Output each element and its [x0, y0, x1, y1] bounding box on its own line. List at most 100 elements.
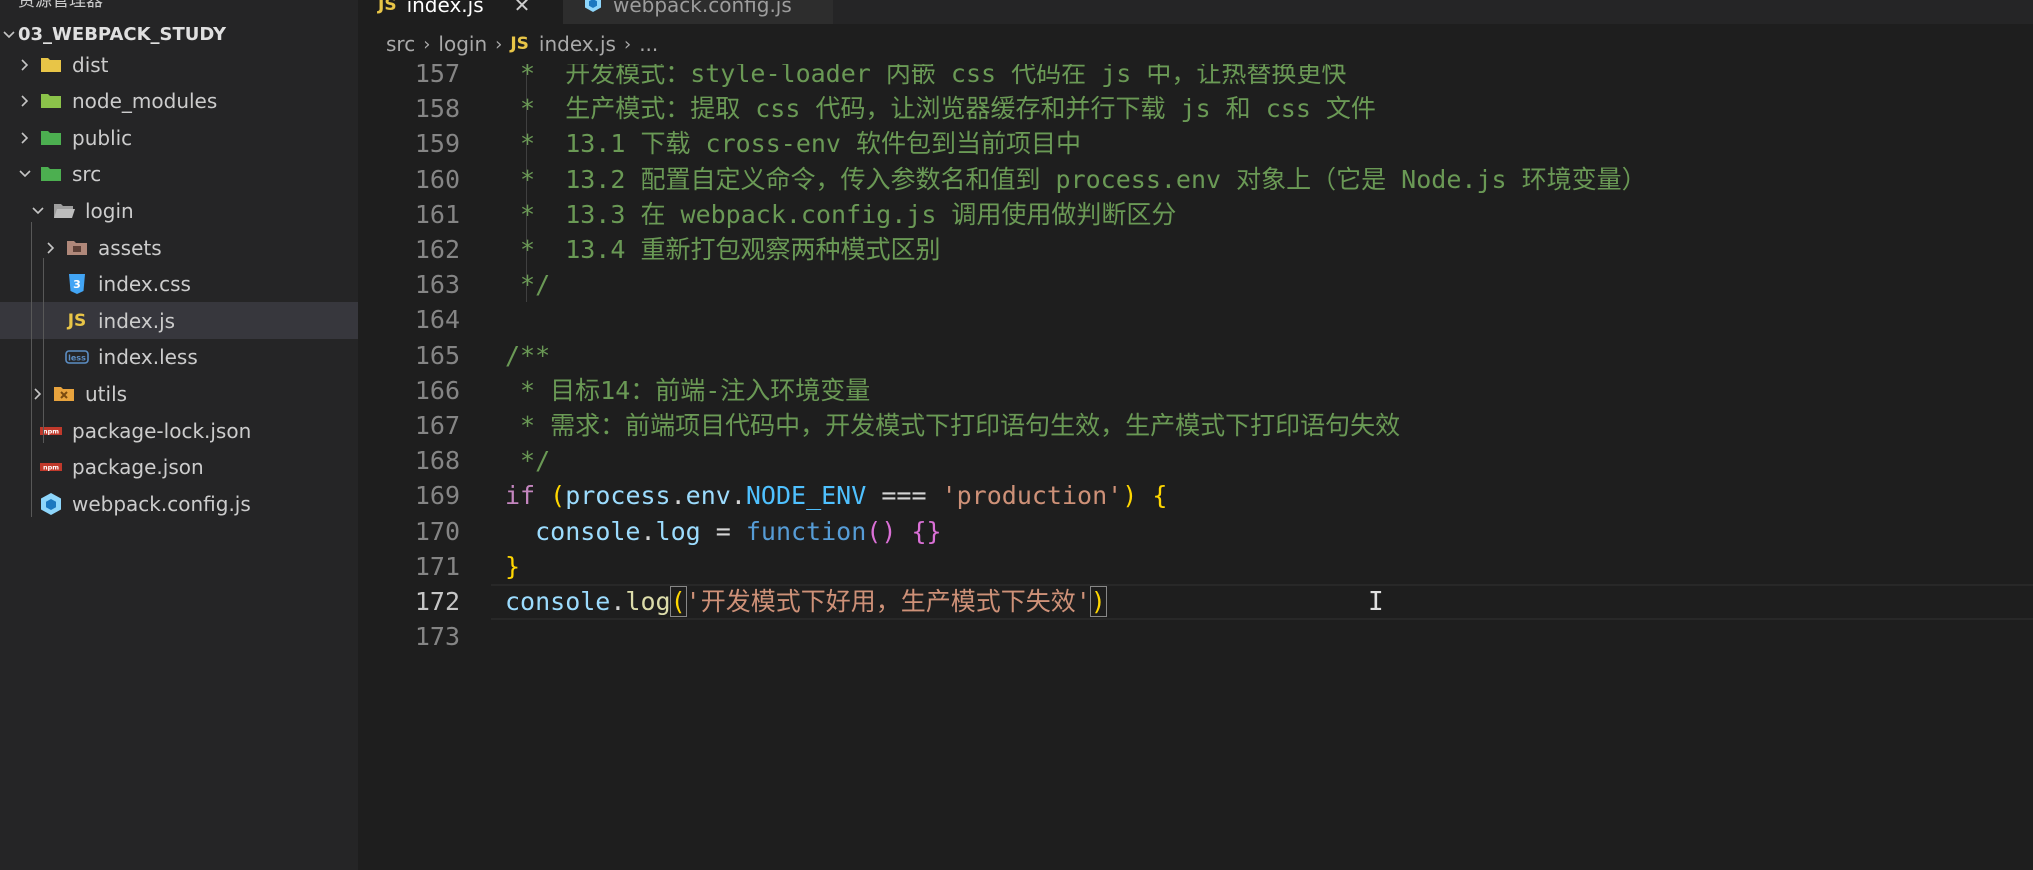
svg-text:3: 3: [73, 278, 81, 291]
tree-item-dist[interactable]: dist: [0, 46, 358, 83]
js-file-icon: JS: [510, 34, 529, 54]
breadcrumb-item-symbols[interactable]: ...: [639, 32, 658, 56]
css-file-icon: 3: [64, 271, 90, 297]
code-token: .: [670, 481, 686, 511]
tree-item-label: index.css: [98, 272, 191, 297]
line-number: 173: [414, 622, 460, 652]
tree-item-package-lock-json[interactable]: npm package-lock.json: [0, 412, 358, 449]
chevron-right-icon[interactable]: [42, 229, 60, 266]
chevron-right-icon: ›: [623, 33, 632, 55]
code-token: ): [1089, 586, 1107, 617]
tab-label: index.js: [406, 0, 484, 17]
chevron-right-icon[interactable]: [16, 119, 34, 156]
webpack-file-icon: [38, 491, 64, 517]
tree-item-node-modules[interactable]: node_modules: [0, 83, 358, 120]
breadcrumb: src › login › JS index.js › ...: [358, 24, 2033, 64]
webpack-file-icon: [583, 0, 603, 18]
tab-label: webpack.config.js: [613, 0, 792, 17]
breadcrumb-item-src[interactable]: src: [386, 32, 415, 56]
tree-item-label: index.less: [98, 345, 198, 370]
tree-item-label: package-lock.json: [72, 418, 252, 443]
tree-item-label: assets: [98, 235, 162, 260]
breadcrumb-item-login[interactable]: login: [438, 32, 487, 56]
code-token: 'production': [941, 481, 1123, 511]
tab-webpack-config-js[interactable]: webpack.config.js: [563, 0, 833, 24]
js-file-icon: JS: [378, 0, 397, 15]
svg-text:npm: npm: [43, 427, 59, 435]
tree-item-label: package.json: [72, 455, 204, 480]
code-token: * 13.1 下载 cross-env 软件包到当前项目中: [505, 129, 1082, 159]
code-token: .: [640, 516, 656, 546]
code-token: * 目标14：前端-注入环境变量: [505, 375, 871, 405]
tree-item-assets[interactable]: assets: [0, 229, 358, 266]
tree-item-public[interactable]: public: [0, 119, 358, 156]
code-line[interactable]: 173: [358, 614, 2033, 659]
svg-text:less: less: [68, 354, 86, 363]
folder-node-icon: [38, 88, 64, 114]
tree-item-label: public: [72, 125, 133, 150]
folder-open-icon: [51, 198, 77, 224]
folder-src-icon: [38, 161, 64, 187]
chevron-right-icon[interactable]: [16, 46, 34, 83]
chevron-right-icon: ›: [495, 33, 503, 55]
tree-item-package-json[interactable]: npm package.json: [0, 449, 358, 486]
explorer-title: 资源管理器: [18, 0, 103, 11]
text-cursor-icon: I: [1368, 587, 1384, 617]
code-token: }: [505, 551, 521, 581]
npm-file-icon: npm: [38, 454, 64, 480]
code-token: * 开发模式：style-loader 内嵌 css 代码在 js 中，让热替换…: [505, 64, 1347, 88]
tree-item-login[interactable]: login: [0, 192, 358, 229]
code-token: * 生产模式：提取 css 代码，让浏览器缓存和并行下载 js 和 css 文件: [505, 94, 1376, 124]
code-token: '开发模式下好用，生产模式下失效': [685, 587, 1091, 616]
code-token: */: [505, 270, 551, 300]
code-token: function: [745, 516, 867, 546]
tree-item-src[interactable]: src: [0, 156, 358, 193]
less-file-icon: less: [64, 344, 90, 370]
code-token: (: [669, 586, 687, 617]
code-token: * 13.3 在 webpack.config.js 调用使用做判断区分: [505, 199, 1177, 229]
code-token: process: [565, 481, 671, 511]
code-token: * 13.2 配置自定义命令，传入参数名和值到 process.env 对象上（…: [505, 164, 1647, 194]
tree-item-index-js[interactable]: JS index.js: [0, 302, 358, 340]
js-file-icon: JS: [67, 310, 87, 331]
code-token: env: [685, 481, 731, 511]
tree-item-index-less[interactable]: less index.less: [0, 339, 358, 376]
folder-dist-icon: [38, 52, 64, 78]
folder-utils-icon: [51, 381, 77, 407]
code-token: console: [535, 516, 641, 546]
close-icon[interactable]: ✕: [514, 0, 531, 17]
chevron-right-icon[interactable]: [16, 83, 34, 120]
tree-item-utils[interactable]: utils: [0, 375, 358, 412]
code-token: if: [505, 481, 536, 511]
folder-public-icon: [38, 125, 64, 151]
tree-item-label: index.js: [98, 308, 176, 333]
code-token: (: [550, 481, 566, 511]
tree-indent-guide: [43, 258, 44, 443]
code-token: log: [655, 516, 701, 546]
tree-item-label: login: [85, 198, 134, 223]
code-editor[interactable]: 157 * 开发模式：style-loader 内嵌 css 代码在 js 中，…: [358, 64, 2033, 870]
breadcrumb-item-file[interactable]: index.js: [539, 32, 616, 56]
chevron-right-icon: ›: [423, 33, 431, 55]
code-token: {}: [911, 516, 942, 546]
tree-item-webpack-config-js[interactable]: webpack.config.js: [0, 485, 358, 522]
tree-item-label: node_modules: [72, 89, 218, 114]
code-token: /**: [505, 340, 551, 370]
tab-bar: JS index.js ✕ webpack.config.js: [358, 0, 2033, 24]
tab-index-js[interactable]: JS index.js ✕: [358, 0, 563, 24]
chevron-down-icon[interactable]: [16, 156, 34, 193]
tree-item-label: src: [72, 162, 102, 187]
code-token: log: [625, 587, 671, 616]
code-token: NODE_ENV: [745, 481, 867, 511]
code-token: console: [505, 587, 611, 616]
code-token: ===: [866, 481, 942, 511]
tree-item-label: webpack.config.js: [72, 491, 251, 516]
tree-item-index-css[interactable]: 3 index.css: [0, 266, 358, 303]
folder-assets-icon: [64, 235, 90, 261]
